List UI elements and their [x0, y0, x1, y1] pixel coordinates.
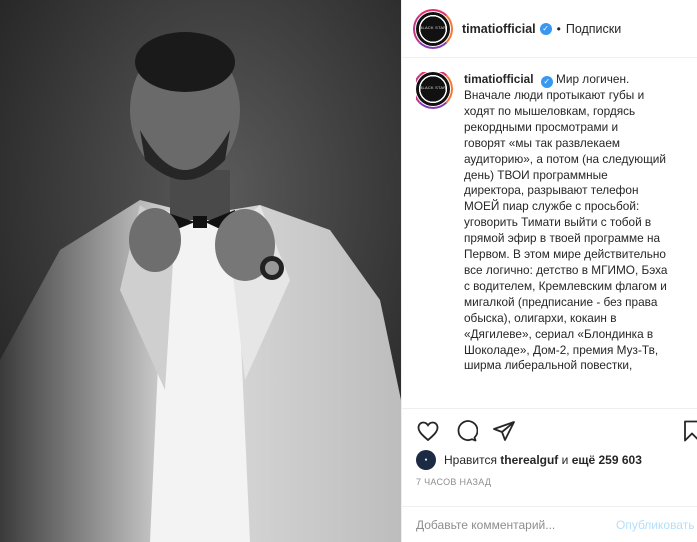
likes-count-link[interactable]: ещё 259 603	[572, 453, 642, 467]
caption-text: timatiofficial ✓ Мир логичен. Вначале лю…	[464, 72, 684, 408]
likes-prefix: Нравится	[444, 453, 497, 467]
post-side-panel: BLACK STAR timatiofficial ✓ • Подписки B…	[401, 0, 697, 542]
photo-image	[0, 0, 401, 542]
comment-input[interactable]	[416, 517, 608, 532]
divider	[402, 408, 697, 409]
post-timestamp[interactable]: 7 ЧАСОВ НАЗАД	[416, 477, 491, 487]
heart-icon[interactable]	[416, 419, 440, 443]
caption-line: Первом. В этом мире действительно	[464, 247, 666, 262]
caption-line: директора, разрывают телефон	[464, 183, 639, 198]
caption-line: с водителем, Кремлевским флагом и	[464, 278, 667, 293]
avatar-logo-text: BLACK STAR	[419, 85, 447, 90]
post-caption: BLACK STAR timatiofficial ✓ Мир логичен.…	[416, 72, 697, 408]
caption-line: Шоколаде», Дом-2, премия Муз-Тв,	[464, 342, 659, 357]
liker-username[interactable]: therealguf	[500, 453, 558, 467]
caption-line: МОЕЙ пиар службе с просьбой:	[464, 199, 640, 214]
publish-button[interactable]: Опубликовать	[616, 518, 694, 532]
separator-dot: •	[556, 21, 561, 36]
following-button[interactable]: Подписки	[566, 22, 621, 36]
share-icon[interactable]	[492, 419, 516, 443]
comment-icon[interactable]	[454, 419, 478, 443]
caption-line: Вначале люди протыкают губы и	[464, 88, 645, 102]
post-header: BLACK STAR timatiofficial ✓ • Подписки	[402, 0, 697, 58]
caption-username[interactable]: timatiofficial	[464, 72, 533, 86]
caption-line: Мир логичен.	[556, 72, 630, 86]
caption-line: день) ТВОИ программные	[464, 167, 608, 182]
caption-line: уговорить Тимати выйти с тобой в	[464, 215, 652, 230]
author-avatar[interactable]: BLACK STAR	[413, 8, 453, 49]
likes-and: и	[561, 453, 569, 467]
caption-line: ходят по мышеловкам, гордясь	[464, 103, 636, 118]
caption-line: говорят «мы так развлекаем	[464, 135, 620, 150]
caption-line: рекордными просмотрами и	[464, 119, 619, 134]
caption-line: мигалкой (предписание - без права	[464, 294, 658, 309]
author-username[interactable]: timatiofficial	[462, 22, 536, 36]
story-ring	[416, 72, 453, 109]
caption-line: прямой эфир в твоей программе на	[464, 231, 661, 246]
avatar-logo-text: BLACK STAR	[419, 24, 447, 30]
caption-line: обыска), олигархи, кокаин в	[464, 310, 617, 325]
post-photo[interactable]	[0, 0, 401, 542]
caption-line: «Дягилеве», сериал «Блондинка в	[464, 326, 654, 341]
verified-badge-icon: ✓	[540, 76, 553, 88]
caption-line: ширма либеральной повестки,	[464, 358, 633, 373]
likes-summary: ● Нравится therealguf и ещё 259 603	[416, 450, 642, 470]
bookmark-icon[interactable]	[680, 419, 697, 443]
caption-line: аудиторию», а потом (на следующий	[464, 151, 666, 166]
comment-bar: Опубликовать	[402, 506, 697, 542]
caption-author-avatar[interactable]: BLACK STAR	[416, 72, 453, 109]
liker-avatar[interactable]: ●	[416, 450, 436, 470]
post-actions	[416, 416, 697, 446]
caption-line: все логично: детство в МГИМО, Бэха	[464, 262, 668, 277]
verified-badge-icon: ✓	[539, 22, 552, 35]
